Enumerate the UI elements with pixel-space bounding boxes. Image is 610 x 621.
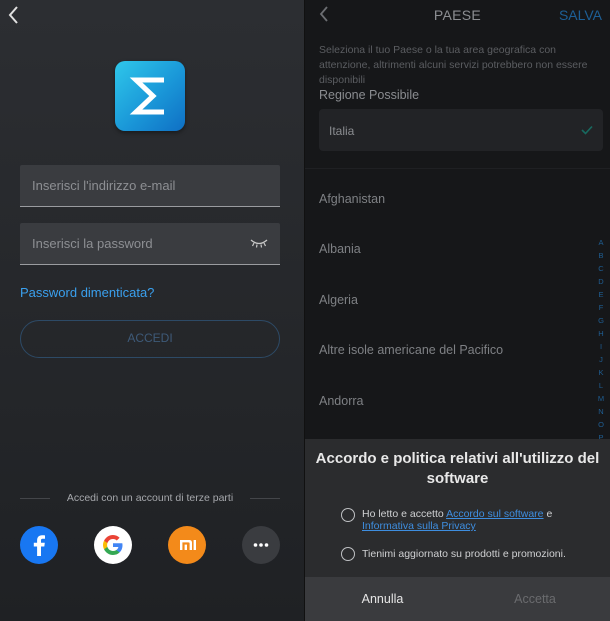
country-item[interactable]: Altre isole americane del Pacifico [319, 343, 503, 357]
app-logo [115, 61, 185, 131]
password-input[interactable] [20, 223, 280, 264]
agreement-dialog: Accordo e politica relativi all'utilizzo… [305, 439, 610, 621]
google-icon [103, 535, 123, 555]
forgot-password-link[interactable]: Password dimenticata? [20, 285, 154, 300]
third-party-text: Accedi con un account di terze parti [66, 492, 234, 504]
selected-region-item[interactable]: Italia [319, 109, 603, 151]
dialog-title: Accordo e politica relativi all'utilizzo… [315, 450, 600, 487]
divider [305, 168, 610, 169]
password-field[interactable] [20, 223, 280, 265]
alphabet-letter[interactable]: L [595, 379, 607, 392]
promotions-option-text: Tienimi aggiornato su prodotti e promozi… [362, 548, 566, 560]
accept-button[interactable]: Accetta [460, 592, 610, 606]
facebook-icon [33, 535, 45, 556]
alphabet-letter[interactable]: M [595, 392, 607, 405]
email-field[interactable] [20, 165, 280, 207]
more-login-options-button[interactable] [242, 526, 280, 564]
selected-region-value: Italia [329, 124, 355, 138]
country-item[interactable]: Albania [319, 242, 361, 256]
xiaomi-icon [180, 540, 196, 550]
save-button[interactable]: SALVA [559, 7, 602, 23]
country-item[interactable]: Algeria [319, 293, 358, 307]
agreement-radio[interactable] [341, 508, 355, 522]
region-label: Regione Possibile [319, 88, 420, 102]
alphabet-letter[interactable]: N [595, 405, 607, 418]
alphabet-letter[interactable]: E [595, 288, 607, 301]
agreement-option-text: Ho letto e accetto Accordo sul software … [362, 508, 552, 532]
alphabet-letter[interactable]: D [595, 275, 607, 288]
agreement-prefix: Ho letto e accetto [362, 508, 447, 520]
country-item[interactable]: Afghanistan [319, 192, 385, 206]
third-party-divider: Accedi con un account di terze parti [20, 490, 280, 506]
more-icon [253, 543, 269, 547]
software-agreement-link[interactable]: Accordo sul software [446, 508, 543, 520]
country-description: Seleziona il tuo Paese o la tua area geo… [319, 44, 588, 86]
alphabet-letter[interactable]: F [595, 301, 607, 314]
dialog-buttons: Annulla Accetta [305, 577, 610, 621]
alphabet-letter[interactable]: J [595, 353, 607, 366]
alphabet-letter[interactable]: B [595, 249, 607, 262]
alphabet-letter[interactable]: H [595, 327, 607, 340]
facebook-login-button[interactable] [20, 526, 58, 564]
google-login-button[interactable] [94, 526, 132, 564]
alphabet-letter[interactable]: C [595, 262, 607, 275]
alphabet-letter[interactable]: G [595, 314, 607, 327]
checkmark-icon [581, 125, 593, 135]
agreement-mid: e [543, 508, 553, 520]
sigma-icon [129, 77, 164, 115]
privacy-policy-link[interactable]: Informativa sulla Privacy [362, 520, 476, 532]
xiaomi-login-button[interactable] [168, 526, 206, 564]
eye-closed-icon[interactable] [250, 237, 268, 249]
back-arrow-icon[interactable] [6, 5, 22, 25]
alphabet-letter[interactable]: A [595, 236, 607, 249]
login-screen: Password dimenticata? ACCEDI Accedi con … [0, 0, 304, 621]
alphabet-letter[interactable]: K [595, 366, 607, 379]
promotions-radio[interactable] [341, 547, 355, 561]
divider-line [250, 498, 280, 499]
alphabet-letter[interactable]: O [595, 418, 607, 431]
alphabet-letter[interactable]: I [595, 340, 607, 353]
login-button[interactable]: ACCEDI [20, 320, 280, 358]
country-item[interactable]: Andorra [319, 394, 363, 408]
cancel-button[interactable]: Annulla [305, 592, 460, 606]
email-input[interactable] [20, 165, 280, 206]
alphabet-index[interactable]: A B C D E F G H I J K L M N O P [595, 236, 607, 444]
country-screen: PAESE SALVA Seleziona il tuo Paese o la … [305, 0, 610, 621]
